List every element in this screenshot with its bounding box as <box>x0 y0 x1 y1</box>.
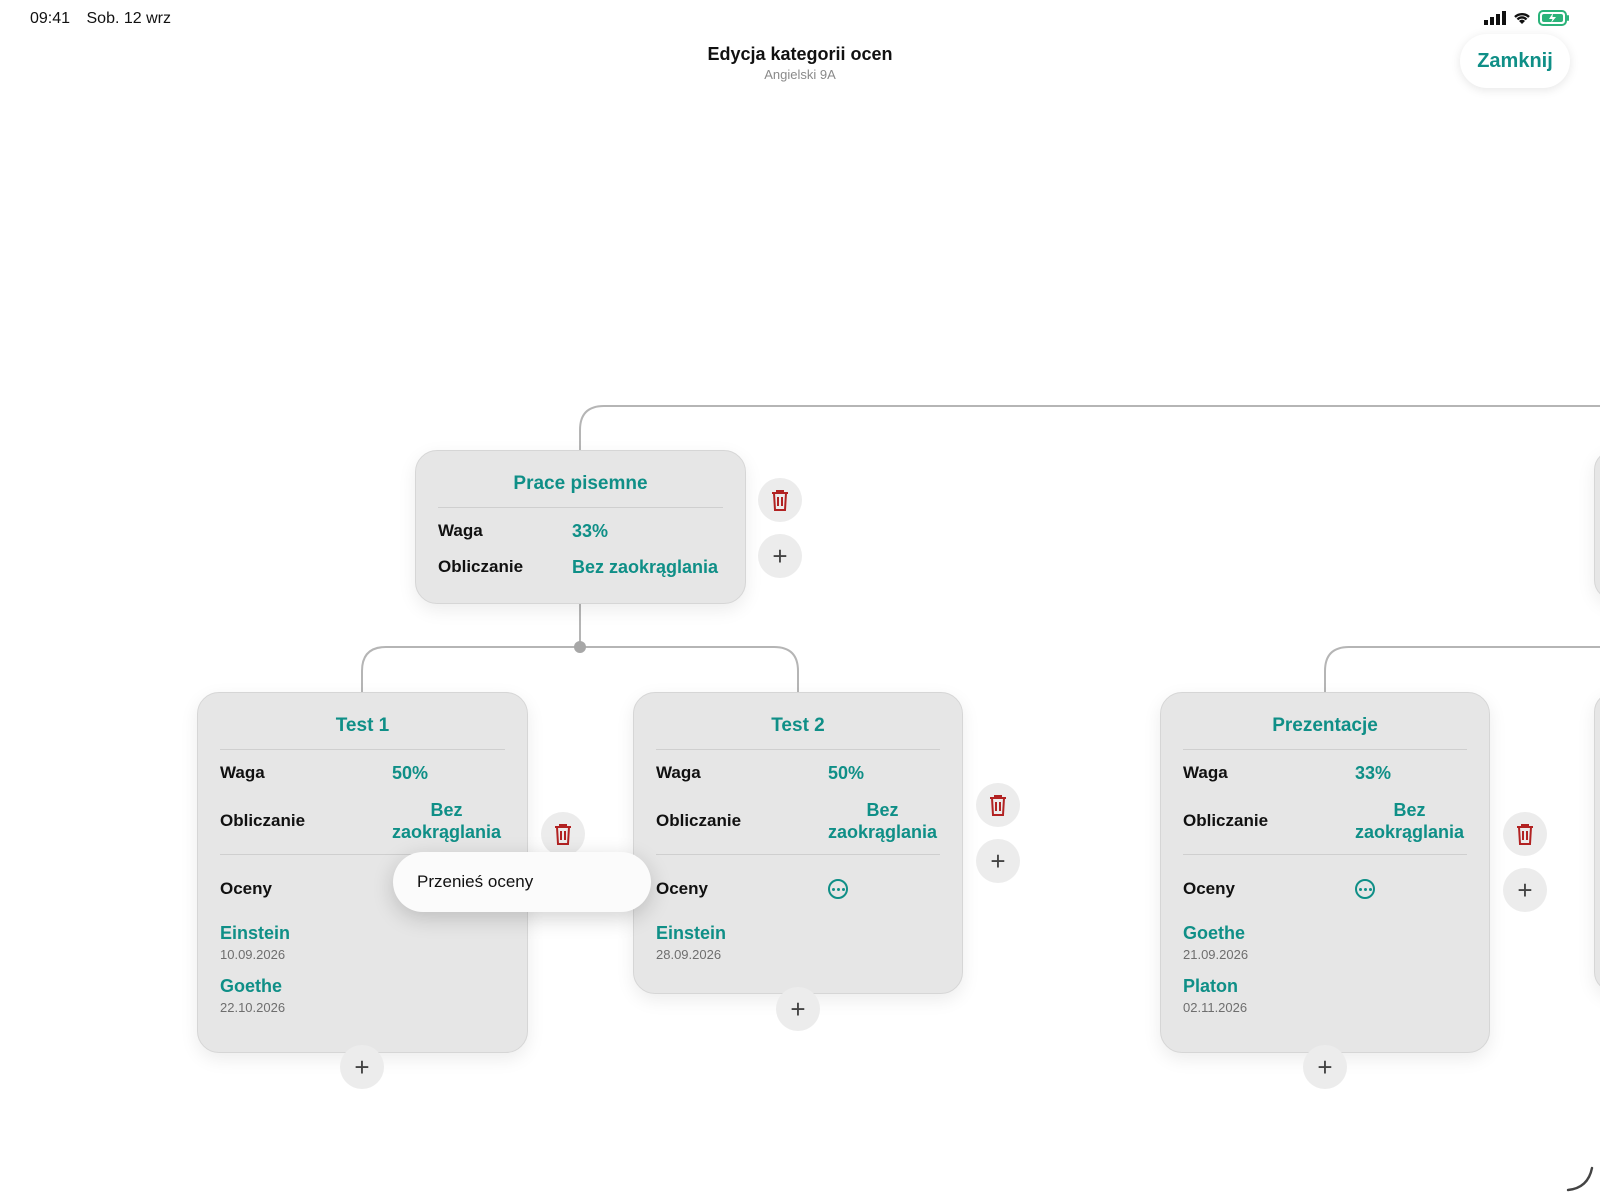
resize-handle-icon[interactable] <box>1566 1164 1594 1192</box>
grade-item[interactable]: Platon 02.11.2026 <box>1183 976 1467 1015</box>
grades-label: Oceny <box>1183 879 1235 898</box>
more-options-icon[interactable] <box>828 879 848 899</box>
category-title: Test 2 <box>656 693 940 750</box>
add-grade-button[interactable]: + <box>1303 1045 1347 1089</box>
add-subcategory-button[interactable]: + <box>758 534 802 578</box>
grade-item[interactable]: Goethe 21.09.2026 <box>1183 923 1467 962</box>
category-title: Prace pisemne <box>438 451 723 508</box>
add-grade-button[interactable]: + <box>776 987 820 1031</box>
add-subcategory-button[interactable]: + <box>976 839 1020 883</box>
calc-value[interactable]: Bez zaokrąglania <box>572 557 718 578</box>
grade-item[interactable]: Einstein 10.09.2026 <box>220 923 505 962</box>
plus-icon: + <box>1317 1051 1333 1082</box>
weight-label: Waga <box>1183 763 1228 782</box>
delete-button[interactable] <box>758 478 802 522</box>
grades-label: Oceny <box>220 879 272 898</box>
weight-value[interactable]: 33% <box>1355 763 1391 784</box>
menu-item-move-grades[interactable]: Przenieś oceny <box>417 872 533 892</box>
plus-icon: + <box>990 845 1006 876</box>
trash-icon <box>772 490 788 511</box>
plus-icon: + <box>1517 874 1533 905</box>
grades-label: Oceny <box>656 879 708 898</box>
more-options-icon[interactable] <box>1355 879 1375 899</box>
weight-label: Waga <box>220 763 265 782</box>
add-subcategory-button[interactable]: + <box>1503 868 1547 912</box>
add-grade-button[interactable]: + <box>340 1045 384 1089</box>
plus-icon: + <box>772 540 788 571</box>
category-title: Prezentacje <box>1183 693 1467 750</box>
delete-button[interactable] <box>541 812 585 856</box>
calc-value[interactable]: Bez zaokrąglania <box>828 799 937 843</box>
trash-icon <box>1517 824 1533 845</box>
delete-button[interactable] <box>976 783 1020 827</box>
calc-value[interactable]: Bez zaokrąglania <box>392 799 501 843</box>
category-card-test-2[interactable]: Test 2 Waga 50% Obliczanie Bez zaokrągla… <box>633 692 963 994</box>
weight-label: Waga <box>656 763 701 782</box>
plus-icon: + <box>790 993 806 1024</box>
weight-label: Waga <box>438 521 483 540</box>
offscreen-card-edge <box>1594 450 1600 600</box>
trash-icon <box>555 824 571 845</box>
category-title: Test 1 <box>220 693 505 750</box>
trash-icon <box>990 795 1006 816</box>
plus-icon: + <box>354 1051 370 1082</box>
weight-value[interactable]: 50% <box>392 763 428 784</box>
calc-label: Obliczanie <box>220 811 306 830</box>
context-menu-move-grades[interactable]: Przenieś oceny <box>393 852 651 912</box>
category-card-prace-pisemne[interactable]: Prace pisemne Waga 33% Obliczanie Bez za… <box>415 450 746 604</box>
delete-button[interactable] <box>1503 812 1547 856</box>
calc-label: Obliczanie <box>656 811 742 830</box>
calc-label: Obliczanie <box>438 557 524 576</box>
calc-value[interactable]: Bez zaokrąglania <box>1355 799 1464 843</box>
calc-label: Obliczanie <box>1183 811 1269 830</box>
weight-value[interactable]: 50% <box>828 763 864 784</box>
category-card-prezentacje[interactable]: Prezentacje Waga 33% Obliczanie Bez zaok… <box>1160 692 1490 1053</box>
grade-item[interactable]: Goethe 22.10.2026 <box>220 976 505 1015</box>
grade-item[interactable]: Einstein 28.09.2026 <box>656 923 940 962</box>
offscreen-card-edge <box>1594 692 1600 992</box>
weight-value[interactable]: 33% <box>572 521 608 542</box>
